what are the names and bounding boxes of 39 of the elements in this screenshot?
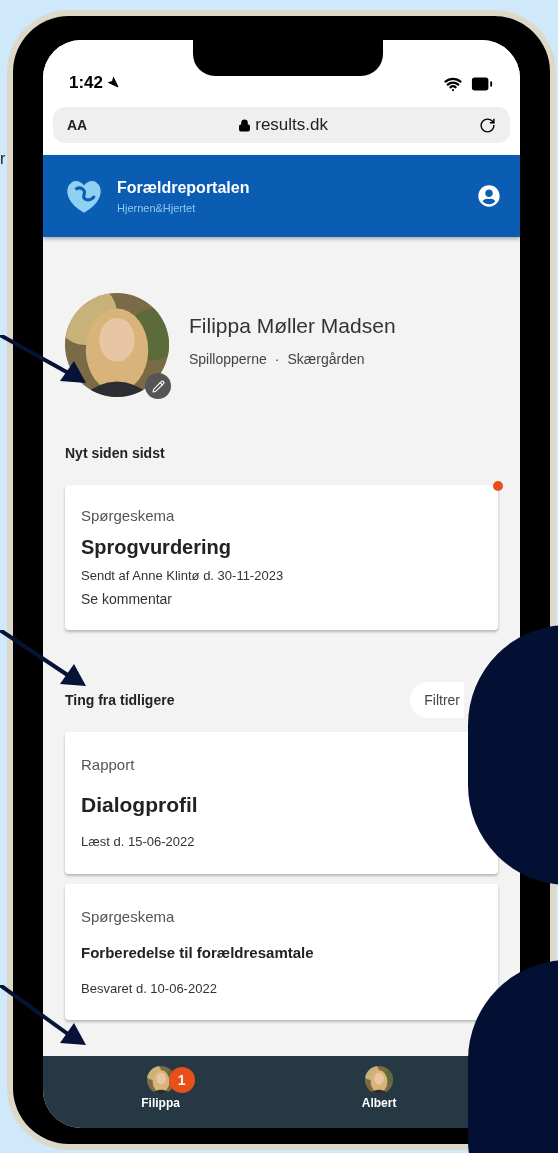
account-icon[interactable]	[478, 185, 500, 207]
location-name: Skærgården	[287, 350, 365, 370]
group-name: Spillopperne	[189, 350, 267, 370]
edit-avatar-button[interactable]	[145, 373, 171, 399]
notification-badge: 1	[168, 1067, 195, 1093]
item-detail: Læst d. 15-06-2022	[81, 833, 196, 851]
item-detail: Sendt af Anne Klintø d. 30-11-2023	[81, 566, 285, 585]
filter-button[interactable]: Filtrer	[410, 682, 464, 718]
wifi-icon	[444, 75, 462, 93]
item-title: Dialogprofil	[81, 791, 199, 818]
url-text: results.dk	[255, 114, 328, 137]
reload-icon[interactable]	[479, 116, 496, 134]
item-type: Rapport	[81, 755, 136, 775]
child-name: Filippa Møller Madsen	[189, 312, 396, 339]
item-card[interactable]: Rapport Dialogprofil Læst d. 15-06-2022	[65, 732, 498, 874]
comment-link[interactable]: Se kommentar	[81, 589, 482, 610]
app-subtitle: Hjernen&Hjertet	[117, 200, 197, 216]
item-title: Forberedelse til forældresamtale	[81, 943, 315, 963]
section-heading: Nyt siden sidst	[65, 443, 165, 463]
item-card[interactable]: Spørgeskema Forberedelse til forældresamtale Besvaret d. 10-06-2022	[65, 883, 498, 1020]
item-type: Spørgeskema	[81, 906, 176, 927]
text-size-button[interactable]: AA	[67, 114, 88, 136]
app-title: Forældreportalen	[117, 177, 251, 198]
lock-icon	[238, 118, 252, 132]
nav-label: Filippa	[141, 1095, 180, 1112]
nav-tab[interactable]: 1 Filippa	[126, 1066, 195, 1112]
item-title: Sprogvurdering	[81, 534, 232, 560]
cut-text: r	[0, 151, 6, 167]
item-card[interactable]: Spørgeskema Sprogvurdering Sendt af Anne Klintø d. 30-11-2023 Se kommentar	[65, 485, 498, 630]
section-heading: Ting fra tidligere	[65, 690, 175, 710]
nav-tab[interactable]: Albert	[361, 1066, 397, 1112]
nav-label: Albert	[361, 1095, 397, 1112]
item-detail: Besvaret d. 10-06-2022	[81, 979, 218, 998]
item-type: Spørgeskema	[81, 506, 176, 526]
pencil-icon	[151, 379, 165, 393]
location-icon	[107, 76, 120, 89]
status-time: 1:42	[69, 71, 104, 94]
address-bar[interactable]: AA results.dk	[53, 107, 510, 143]
separator-dot: ·	[274, 350, 280, 370]
